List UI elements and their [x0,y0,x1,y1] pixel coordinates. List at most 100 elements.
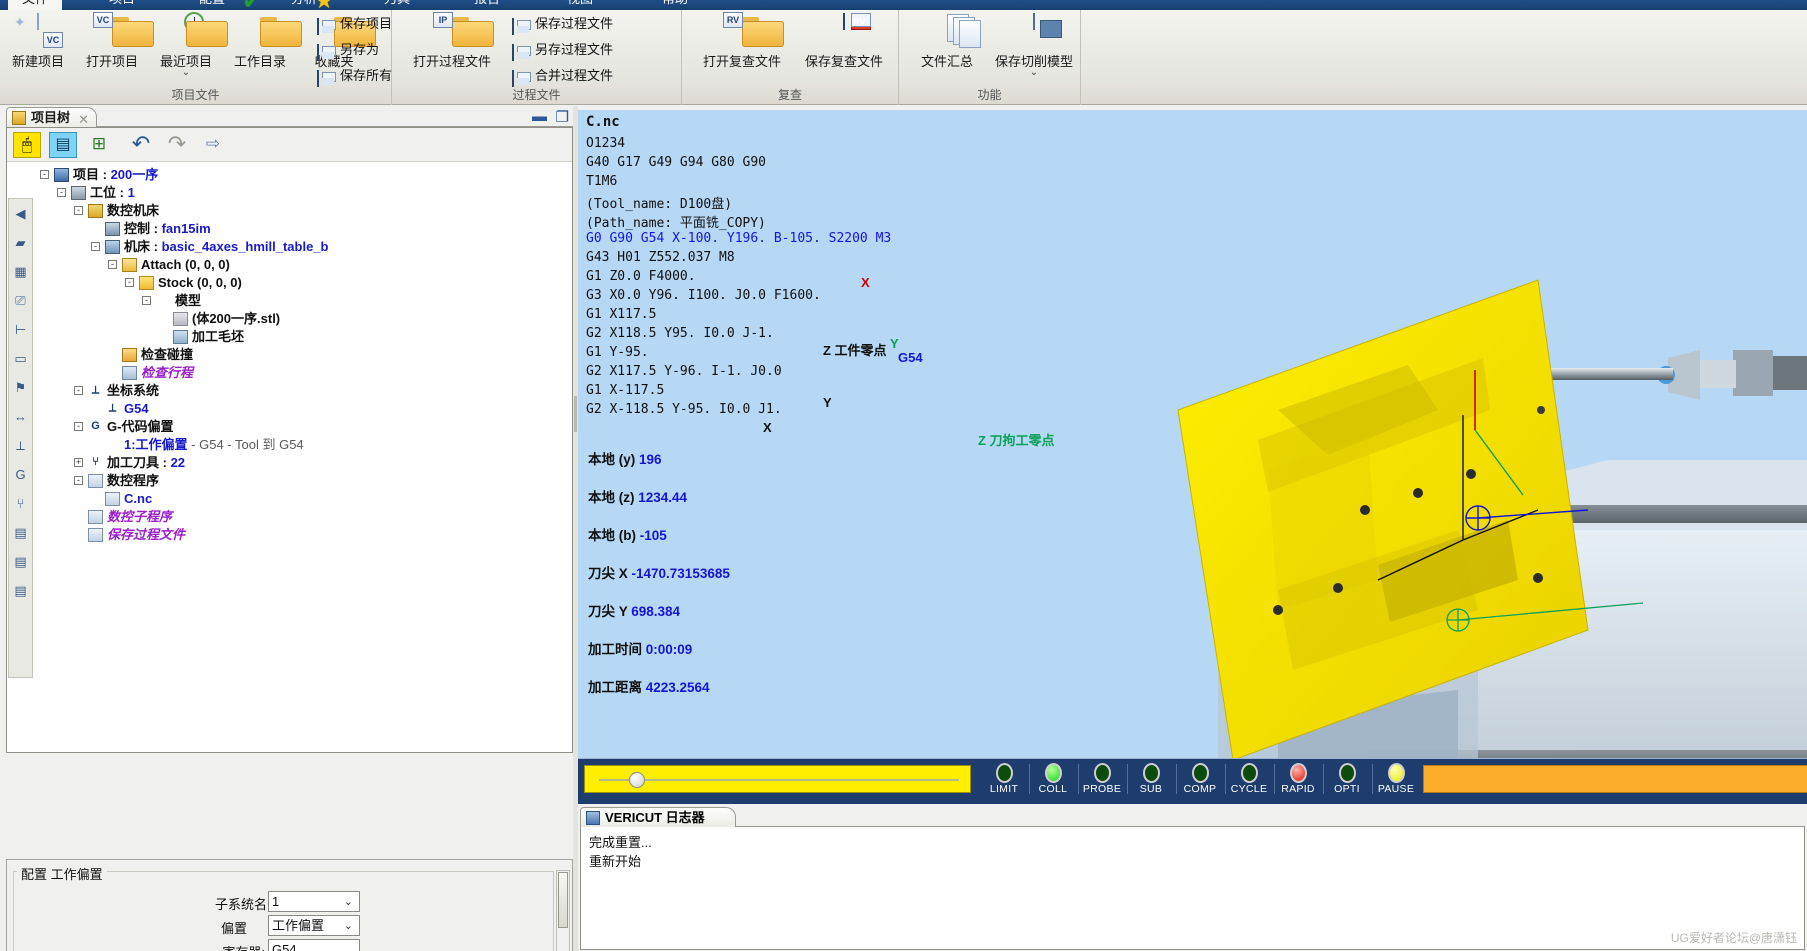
log-message-list[interactable]: 完成重置... 重新开始 [580,827,1805,950]
save-all-button[interactable]: 保存所有 [315,64,392,88]
tree-node[interactable]: 检查碰撞 [34,346,571,364]
tool-icon[interactable]: ⑂ [9,489,32,518]
tab-project-tree[interactable]: 项目树 ✕ [6,107,98,127]
ribbon-tab-help[interactable]: 帮助 [648,0,702,10]
control-icon[interactable]: ▦ [9,257,32,286]
mouse-config-icon[interactable]: 🖱 [13,132,41,158]
save-review-file-button[interactable]: RV 保存复查文件 [794,12,894,80]
tree-node[interactable]: - Stock (0, 0, 0) [34,274,571,292]
process-file-icon[interactable]: ▤ [9,576,32,605]
tree-collapse-toggle-icon[interactable]: - [74,386,83,395]
open-review-file-button[interactable]: RV 打开复查文件 [692,12,792,80]
working-directory-button[interactable]: ✔ 工作目录 [224,0,296,80]
tree-node[interactable]: C.nc [34,490,571,508]
nc-subprogram-icon[interactable]: ▤ [9,547,32,576]
machine-icon[interactable]: ⎚ [9,286,32,315]
save-process-file-button[interactable]: 保存过程文件 [510,12,613,36]
status-lamp-cycle[interactable]: CYCLE [1227,763,1271,795]
tree-collapse-toggle-icon[interactable]: - [74,476,83,485]
save-process-as-button[interactable]: 另存过程文件 [510,38,613,62]
nc-code-line[interactable]: G1 Z0.0 F4000. [586,269,696,284]
scrollbar-thumb[interactable] [558,872,568,928]
ribbon-tab-project[interactable]: 项目 [95,0,149,10]
slider-knob[interactable] [629,772,645,788]
status-lamp-opti[interactable]: OPTI [1325,763,1369,795]
recent-projects-button[interactable]: 最近项目 ⌄ [150,12,222,80]
nc-code-line[interactable]: (Tool_name: D100盘) [586,193,732,212]
tree-node[interactable]: 1:工作偏置 - G54 - Tool 到 G54 [34,436,571,454]
ribbon-tab-config[interactable]: 配置 [185,0,239,10]
ribbon-tab-file[interactable]: 文件 [8,0,63,10]
tree-collapse-toggle-icon[interactable]: - [40,170,49,179]
nc-code-line[interactable]: T1M6 [586,174,617,189]
tree-collapse-toggle-icon[interactable]: - [108,260,117,269]
nc-code-line[interactable]: G3 X0.0 Y96. I100. J0.0 F1600. [586,288,821,303]
tree-node[interactable]: (体200一序.stl) [34,310,571,328]
save-as-button[interactable]: 另存为 [315,38,379,62]
tree-collapse-toggle-icon[interactable]: - [91,242,100,251]
ribbon-tab-view[interactable]: 视图 [553,0,607,10]
project-tree-node-list[interactable]: - 项目 : 200一序 - 工位 : 1- 数控机床 控制 : fan15im - 机床 :… [34,162,571,751]
status-lamp-pause[interactable]: PAUSE [1374,763,1418,795]
save-cut-model-button[interactable]: 保存切削模型 ⌄ [989,12,1079,80]
stock-icon[interactable]: ▭ [9,344,32,373]
undo-icon[interactable]: ↶ [127,132,155,158]
offset-select[interactable]: 工作偏置 ⌄ [268,915,360,936]
nc-code-line[interactable]: G1 X117.5 [586,307,656,322]
nc-code-line[interactable]: G1 Y-95. [586,345,649,360]
nc-code-line[interactable]: G2 X117.5 Y-96. I-1. J0.0 [586,364,782,379]
tree-collapse-toggle-icon[interactable]: - [142,296,151,305]
collapse-arrow-icon[interactable]: ◀ [9,199,32,228]
save-project-button[interactable]: 保存项目 [315,12,392,36]
register-input[interactable]: G54 [268,939,360,951]
status-lamp-sub[interactable]: SUB [1129,763,1173,795]
tree-node[interactable]: - 数控程序 [34,472,571,490]
tree-node[interactable]: - 模型 [34,292,571,310]
nc-program-icon[interactable]: ▤ [9,518,32,547]
tree-node[interactable]: - Attach (0, 0, 0) [34,256,571,274]
tree-collapse-toggle-icon[interactable]: - [74,206,83,215]
tree-node[interactable]: - G G-代码偏置 [34,418,571,436]
simulation-speed-slider[interactable] [584,765,971,793]
tree-node[interactable]: - 数控机床 [34,202,571,220]
open-project-button[interactable]: VC 打开项目 [76,12,148,80]
tree-node[interactable]: - ⟂ 坐标系统 [34,382,571,400]
redo-icon[interactable]: ↷ [163,132,191,158]
add-component-icon[interactable]: ⊞ [85,132,113,158]
tree-node[interactable]: 检查行程 [34,364,571,382]
gcode-offset-icon[interactable]: G [9,460,32,489]
open-process-file-button[interactable]: IP 打开过程文件 [402,12,502,80]
nc-code-line[interactable]: G0 G90 G54 X-100. Y196. B-105. S2200 M3 [586,231,891,246]
file-summary-button[interactable]: 文件汇总 [907,12,987,80]
status-lamp-limit[interactable]: LIMIT [982,763,1026,795]
list-properties-icon[interactable]: ▤ [49,132,77,158]
tree-node[interactable]: ⟂ G54 [34,400,571,418]
collision-icon[interactable]: ⚑ [9,373,32,402]
nc-code-line[interactable]: G2 X118.5 Y95. I0.0 J-1. [586,326,774,341]
setup-icon[interactable]: ▰ [9,228,32,257]
status-lamp-probe[interactable]: PROBE [1080,763,1124,795]
tree-collapse-toggle-icon[interactable]: - [74,422,83,431]
export-icon[interactable]: ⇨ [199,132,227,158]
tree-expand-toggle-icon[interactable]: + [74,458,83,467]
tree-node[interactable]: - 项目 : 200一序 [34,166,571,184]
nc-code-line[interactable]: G43 H01 Z552.037 M8 [586,250,735,265]
nc-code-line[interactable]: G2 X-118.5 Y-95. I0.0 J1. [586,402,782,417]
tree-node[interactable]: - 机床 : basic_4axes_hmill_table_b [34,238,571,256]
nc-code-line[interactable]: G1 X-117.5 [586,383,664,398]
tree-node[interactable]: 数控子程序 [34,508,571,526]
nc-code-line[interactable]: (Path_name: 平面铣_COPY) [586,212,766,231]
save-cut-model-chevron-down-icon[interactable]: ⌄ [989,68,1079,78]
tree-collapse-toggle-icon[interactable]: - [57,188,66,197]
tree-node[interactable]: 加工毛坯 [34,328,571,346]
status-lamp-comp[interactable]: COMP [1178,763,1222,795]
tab-vericut-log[interactable]: VERICUT 日志器 [580,807,736,827]
restore-icon[interactable]: ❐ [556,108,569,126]
chevron-down-icon[interactable]: ⌄ [344,893,353,912]
coordinate-system-icon[interactable]: ⟂ [9,431,32,460]
travel-limits-icon[interactable]: ↔ [9,402,32,431]
chevron-down-icon[interactable]: ⌄ [344,917,353,936]
tree-collapse-toggle-icon[interactable]: - [125,278,134,287]
nc-code-line[interactable]: G40 G17 G49 G94 G80 G90 [586,155,766,170]
tree-node[interactable]: + ⑂ 加工刀具 : 22 [34,454,571,472]
